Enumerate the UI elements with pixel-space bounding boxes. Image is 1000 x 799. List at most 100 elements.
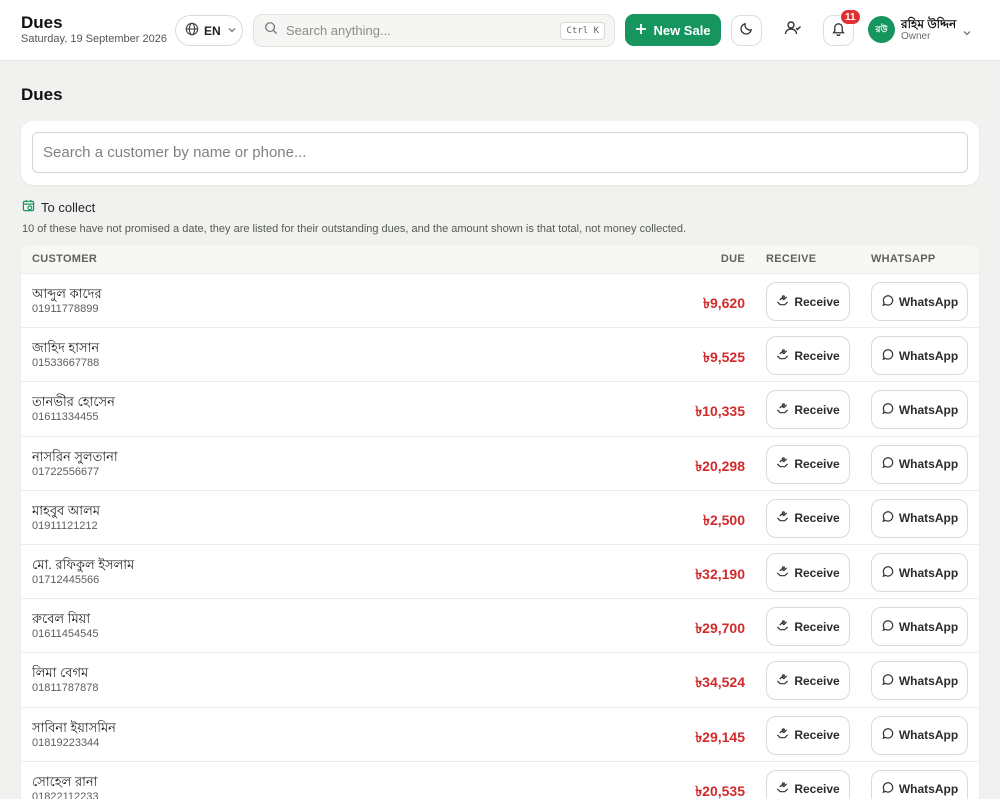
whatsapp-label: WhatsApp	[898, 294, 959, 309]
receive-button[interactable]: Receive	[766, 498, 850, 538]
customer-phone: 01911121212	[32, 519, 98, 532]
table-row: আব্দুল কাদের 01911778899 ৳9,620 Receive What…	[21, 273, 979, 327]
column-due: DUE	[720, 253, 745, 265]
receive-button[interactable]: Receive	[766, 715, 850, 755]
hand-coins-icon	[776, 619, 789, 635]
receive-button[interactable]: Receive	[766, 553, 850, 592]
user-role: Owner	[901, 31, 931, 42]
to-collect-note: 10 of these have not promised a date, th…	[22, 223, 687, 235]
receive-label: Receive	[794, 782, 840, 797]
new-sale-label: New Sale	[653, 22, 711, 38]
hand-coins-icon	[776, 294, 789, 310]
top-bar: Dues Saturday, 19 September 2026 EN Sear…	[0, 0, 1000, 61]
plus-icon	[635, 23, 647, 38]
search-shortcut: Ctrl K	[560, 22, 605, 40]
message-circle-icon	[881, 727, 894, 743]
whatsapp-button[interactable]: WhatsApp	[871, 282, 968, 321]
language-label: EN	[204, 23, 221, 38]
whatsapp-button[interactable]: WhatsApp	[871, 553, 968, 592]
due-amount: ৳9,525	[702, 349, 745, 366]
customer-search-card: Search a customer by name or phone...	[21, 121, 979, 185]
message-circle-icon	[881, 510, 894, 526]
whatsapp-button[interactable]: WhatsApp	[871, 661, 968, 701]
message-circle-icon	[881, 619, 894, 635]
customer-phone: 01822112233	[32, 790, 99, 799]
global-search-input[interactable]: Search anything... Ctrl K	[253, 14, 615, 47]
chevron-down-icon	[962, 25, 972, 43]
message-circle-icon	[881, 348, 894, 364]
customer-phone: 01533667788	[32, 357, 100, 370]
dues-table: CUSTOMER DUE RECEIVE WHATSAPP আব্দুল কাদ…	[21, 245, 979, 799]
due-amount: ৳29,700	[695, 620, 745, 637]
due-amount: ৳20,298	[695, 457, 745, 474]
table-row: সাবিনা ইয়াসমিন 01819223344 ৳29,145 Receive…	[21, 706, 979, 761]
customer-phone: 01712445566	[32, 574, 100, 586]
receive-button[interactable]: Receive	[766, 390, 850, 430]
receive-button[interactable]: Receive	[766, 661, 850, 701]
receive-button[interactable]: Receive	[766, 769, 850, 799]
user-check-icon	[784, 19, 802, 42]
receive-label: Receive	[794, 457, 840, 472]
due-amount: ৳2,500	[702, 511, 745, 528]
due-amount: ৳29,145	[695, 728, 745, 745]
whatsapp-button[interactable]: WhatsApp	[871, 607, 968, 647]
hand-coins-icon	[776, 348, 789, 364]
search-icon	[264, 21, 278, 40]
calendar-clock-icon	[22, 199, 35, 215]
global-search-placeholder: Search anything...	[286, 23, 391, 38]
message-circle-icon	[881, 673, 894, 689]
receive-button[interactable]: Receive	[766, 336, 850, 376]
message-circle-icon	[881, 565, 894, 581]
receive-label: Receive	[794, 728, 840, 743]
hand-coins-icon	[776, 781, 789, 797]
receive-button[interactable]: Receive	[766, 444, 850, 484]
message-circle-icon	[881, 781, 894, 797]
user-menu[interactable]: রউ রহিম উদ্দিন Owner	[868, 16, 971, 43]
message-circle-icon	[881, 402, 894, 418]
receive-label: Receive	[794, 619, 840, 634]
hand-coins-icon	[776, 673, 789, 689]
whatsapp-button[interactable]: WhatsApp	[871, 769, 968, 799]
whatsapp-label: WhatsApp	[898, 457, 959, 472]
due-amount: ৳10,335	[695, 403, 745, 420]
table-row: সোহেল রানা 01822112233 ৳20,535 Receive Whats…	[21, 760, 979, 799]
to-collect-title: To collect	[41, 199, 96, 215]
whatsapp-button[interactable]: WhatsApp	[871, 444, 968, 484]
due-amount: ৳9,620	[702, 295, 745, 311]
whatsapp-button[interactable]: WhatsApp	[871, 390, 968, 430]
moon-icon	[739, 21, 754, 41]
page-title: Dues	[21, 85, 63, 104]
customer-phone: 01911778899	[32, 303, 99, 315]
customer-phone: 01811787878	[32, 682, 99, 695]
chevron-down-icon	[227, 24, 237, 38]
whatsapp-button[interactable]: WhatsApp	[871, 498, 968, 538]
header-date: Saturday, 19 September 2026	[21, 33, 167, 45]
receive-label: Receive	[794, 402, 840, 417]
customer-phone: 01611454545	[32, 628, 99, 641]
column-whatsapp: WHATSAPP	[871, 253, 936, 265]
table-row: মাহবুব আলম 01911121212 ৳2,500 Receive WhatsA…	[21, 489, 979, 544]
hand-coins-icon	[776, 456, 789, 472]
whatsapp-button[interactable]: WhatsApp	[871, 336, 968, 376]
theme-toggle-button[interactable]	[731, 15, 762, 46]
customer-phone: 01819223344	[32, 736, 100, 749]
message-circle-icon	[881, 294, 894, 310]
new-sale-button[interactable]: New Sale	[625, 14, 721, 46]
message-circle-icon	[881, 456, 894, 472]
receive-label: Receive	[794, 511, 840, 526]
due-amount: ৳34,524	[695, 674, 745, 691]
whatsapp-label: WhatsApp	[898, 348, 959, 363]
customer-search-input[interactable]: Search a customer by name or phone...	[32, 132, 968, 173]
language-selector[interactable]: EN	[175, 15, 243, 46]
receive-label: Receive	[794, 348, 840, 363]
whatsapp-button[interactable]: WhatsApp	[871, 715, 968, 755]
receive-button[interactable]: Receive	[766, 607, 850, 647]
table-row: রুবেল মিয়া 01611454545 ৳29,700 Receive What…	[21, 598, 979, 652]
whatsapp-label: WhatsApp	[898, 402, 959, 417]
receive-button[interactable]: Receive	[766, 282, 850, 321]
whatsapp-label: WhatsApp	[898, 565, 959, 580]
user-add-button[interactable]	[777, 15, 808, 46]
receive-label: Receive	[794, 565, 840, 580]
table-row: তানভীর হোসেন 01611334455 ৳10,335 Receive Wha…	[21, 381, 979, 435]
customer-phone: 01722556677	[32, 465, 100, 478]
